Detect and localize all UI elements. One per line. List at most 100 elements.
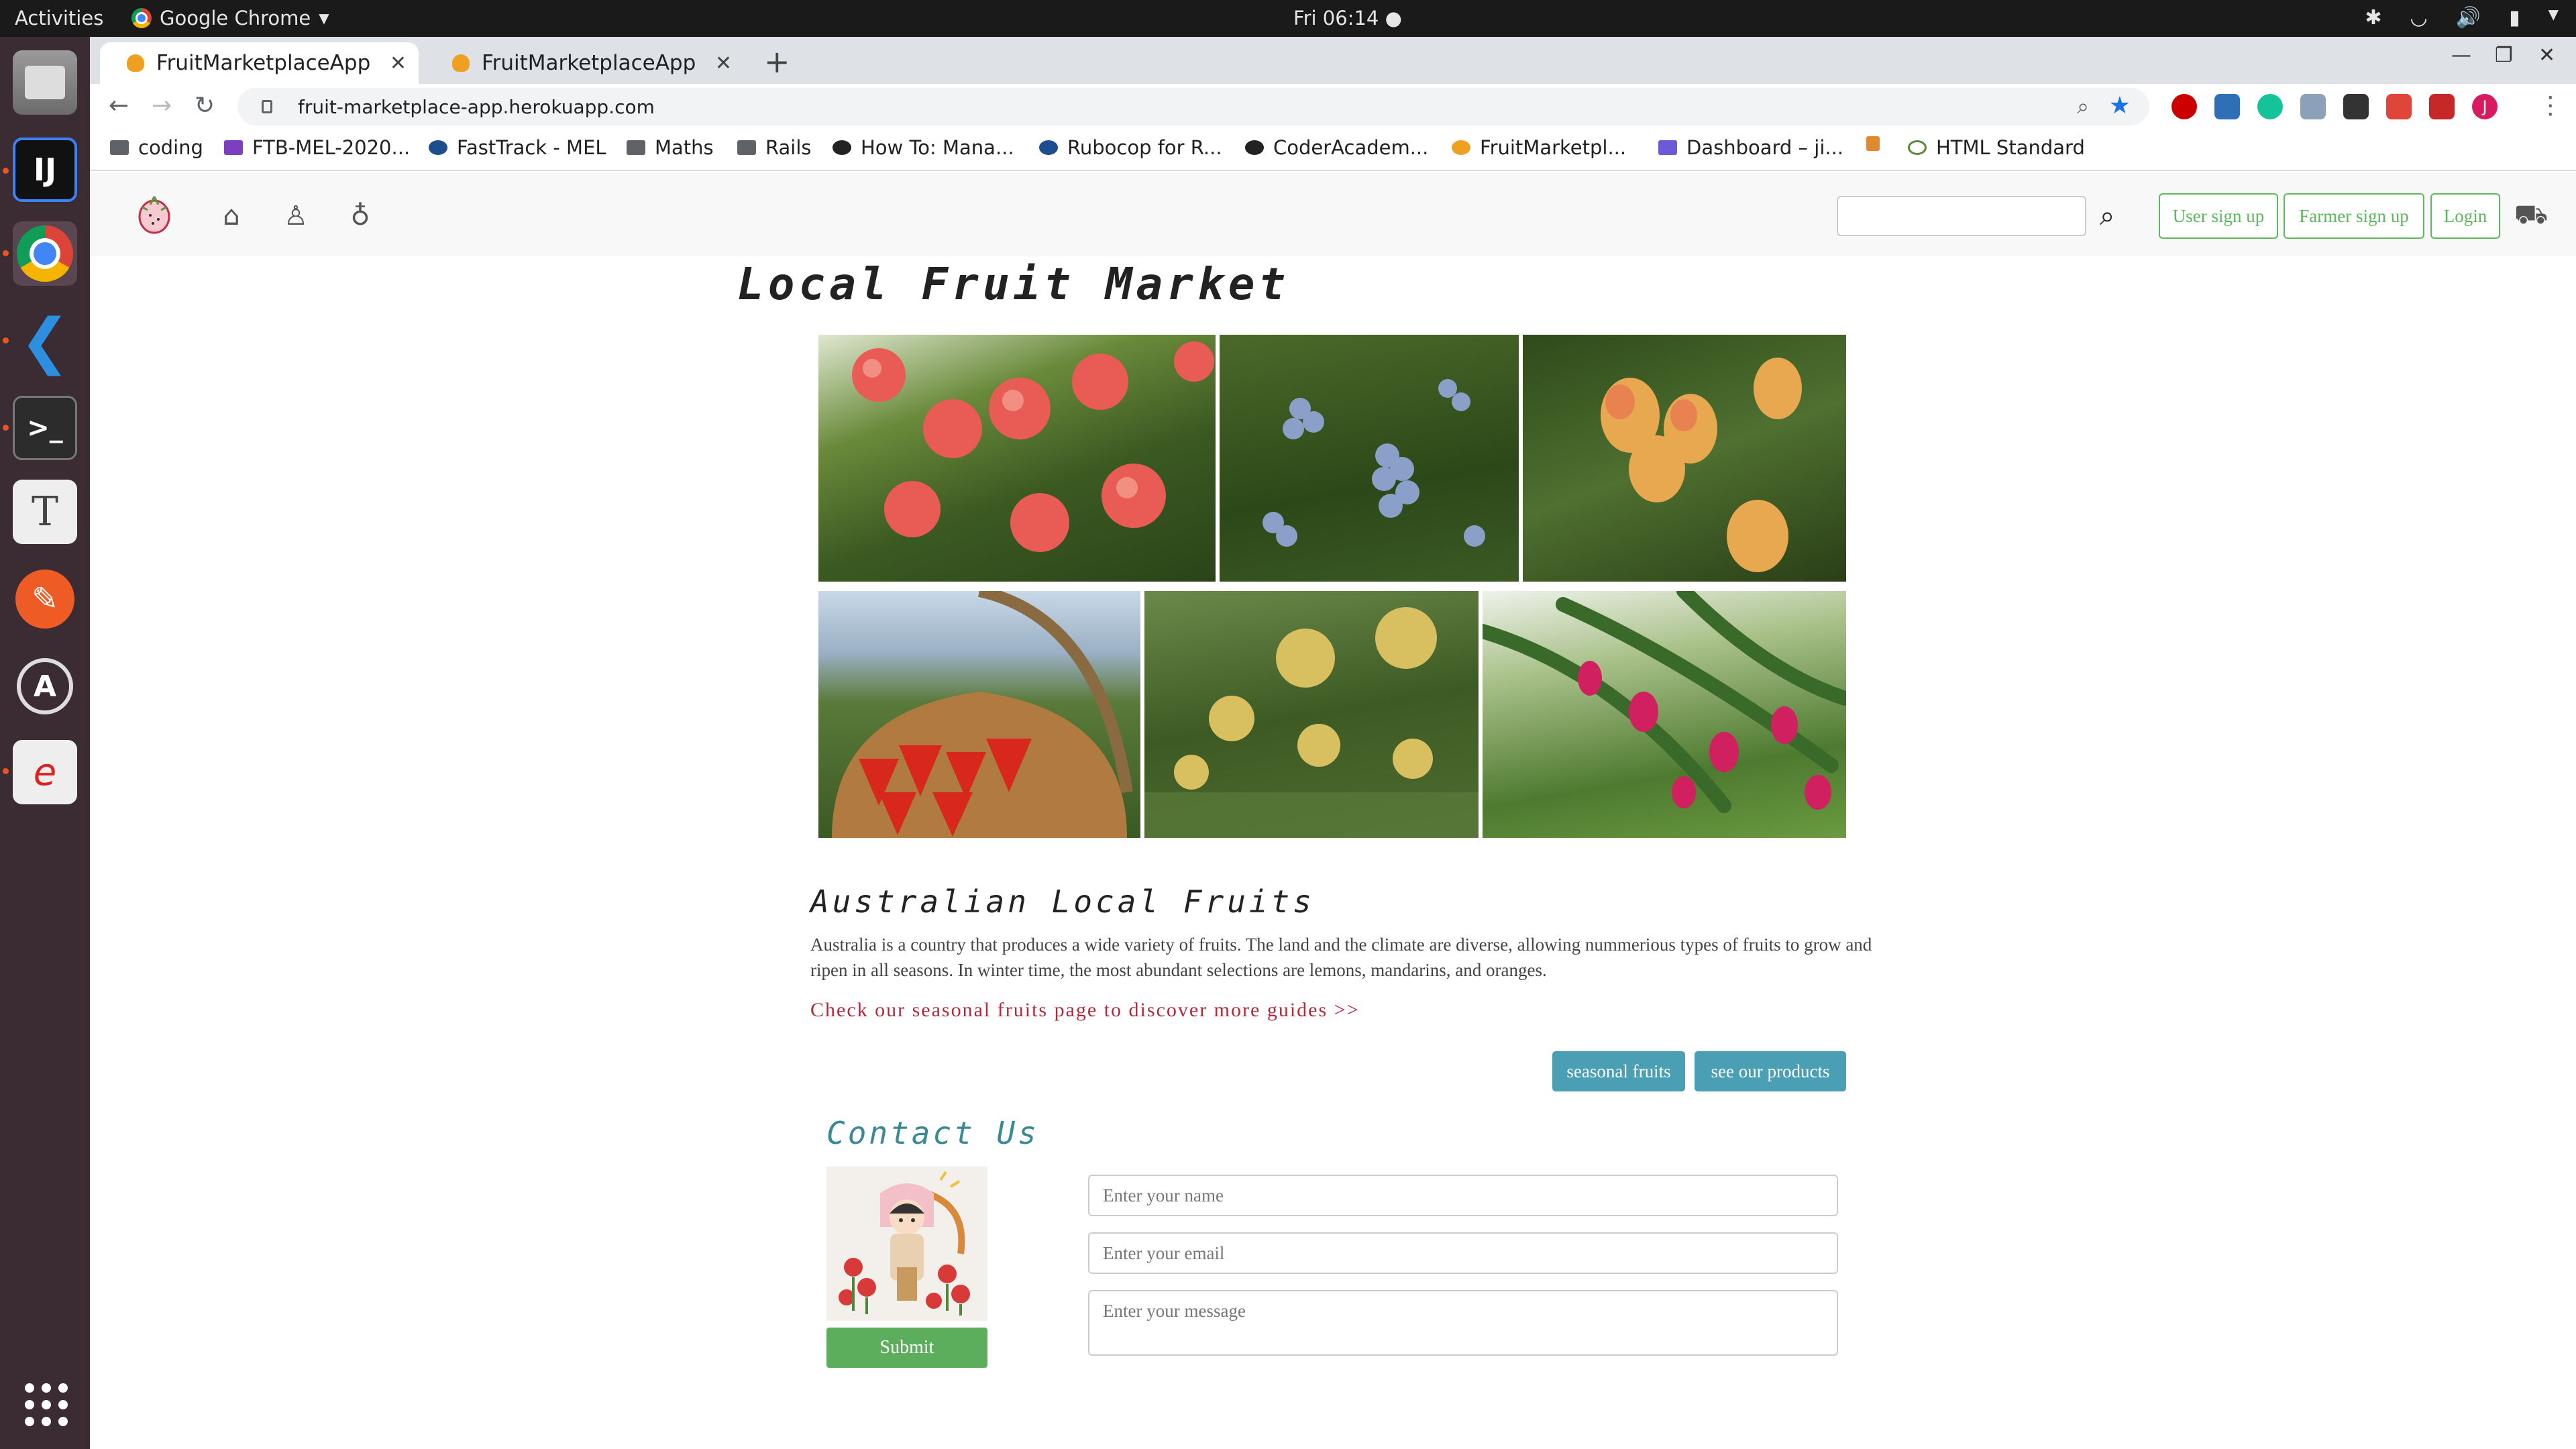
software-updater-icon[interactable]: A [13,654,77,718]
bookmarks-bar: coding FTB-MEL-2020... FastTrack - MEL M… [90,129,2576,171]
figure-icon [1866,136,1880,151]
bookmark-extra[interactable] [1866,136,1880,151]
search-icon[interactable]: ⌕ [2100,201,2114,231]
canvas-icon [429,140,447,155]
bookmark-rubocop[interactable]: Rubocop for R... [1039,136,1222,159]
bookmark-ftb-mel[interactable]: FTB-MEL-2020... [224,136,410,159]
address-bar[interactable]: fruit-marketplace-app.herokuapp.com ⌕ ★ [237,88,2149,125]
farmer-illustration [826,1167,987,1321]
terminal-icon[interactable]: >_ [13,396,77,460]
cart-icon[interactable]: ⛟ [2514,199,2548,233]
intellij-icon[interactable]: IJ [13,138,77,202]
close-window-icon[interactable]: ✕ [2538,44,2555,67]
show-applications-icon[interactable] [25,1383,68,1426]
page-content: ⌂ ♙ ♁ ⌕ User sign up Farmer sign up Logi… [90,172,2576,1449]
bookmark-dashboard[interactable]: Dashboard – ji... [1658,136,1843,159]
dragonfruit-logo-icon[interactable] [133,193,176,235]
nashi-pears-photo [1144,591,1479,838]
pear-icon[interactable]: ♁ [343,199,377,233]
seasonal-guide-link[interactable]: Check our seasonal fruits page to discov… [810,999,1360,1022]
bookmark-label: Dashboard – ji... [1686,136,1844,159]
bookmark-howto[interactable]: How To: Mana... [833,136,1014,159]
forward-icon[interactable]: → [152,92,172,119]
activities-button[interactable]: Activities [15,7,103,30]
bookmark-rails[interactable]: Rails [737,136,812,159]
tab-title: FruitMarketplaceApp [482,51,696,75]
text-editor-icon[interactable]: T [13,480,77,544]
close-tab-icon[interactable]: ✕ [715,52,732,75]
back-icon[interactable]: ← [109,92,129,119]
clock[interactable]: Fri 06:14 ● [1293,7,1402,30]
bookmark-label: CoderAcadem... [1273,136,1429,159]
ublock-extension-icon[interactable] [2171,94,2197,119]
submit-button[interactable]: Submit [826,1328,987,1368]
notification-dot-icon: ● [1385,7,1402,30]
calendar-extension-icon[interactable] [2343,94,2369,119]
bookmark-label: HTML Standard [1936,136,2085,159]
running-indicator [3,168,9,174]
close-tab-icon[interactable]: ✕ [390,52,407,75]
volume-icon: 🔊 [2455,6,2481,30]
message-field[interactable] [1088,1290,1838,1356]
bookmark-fruitmarketplace[interactable]: FruitMarketpl... [1452,136,1626,159]
new-tab-icon[interactable]: + [764,44,790,80]
bookmark-fasttrack[interactable]: FastTrack - MEL [429,136,606,159]
battery-icon: ▮ [2509,6,2520,30]
zoom-icon[interactable]: ⌕ [2077,93,2089,119]
dropbox-extension-icon[interactable] [2300,94,2326,119]
app-menu[interactable]: Google Chrome ▼ [131,7,329,30]
bookmark-star-icon[interactable]: ★ [2109,92,2131,119]
system-menu-chevron-icon[interactable]: ▼ [2548,6,2559,30]
section-heading: Australian Local Fruits [810,883,1315,920]
slack-icon[interactable]: ✱ [2365,6,2381,30]
bookmark-coding[interactable]: coding [110,136,203,159]
ruby-ide-icon[interactable]: e [13,740,77,804]
section-body: Australia is a country that produces a w… [810,934,1872,980]
bookmark-maths[interactable]: Maths [627,136,714,159]
bookmark-label: coding [138,136,203,159]
chrome-dock-icon[interactable] [13,221,77,286]
system-tray[interactable]: ✱ ◡ 🔊 ▮ ▼ [2365,6,2559,30]
canvas-icon [1039,140,1058,155]
farm-house-icon[interactable]: ⌂ [215,199,248,233]
system-top-bar: Activities Google Chrome ▼ Fri 06:14 ● ✱… [0,0,2576,37]
clock-label: Fri 06:14 [1293,7,1379,30]
site-navbar: ⌂ ♙ ♁ ⌕ User sign up Farmer sign up Logi… [90,172,2576,256]
fruit-favicon-icon [1452,140,1470,155]
postman-icon[interactable]: ✎ [13,567,77,631]
mangoes-photo [1523,335,1846,582]
minimize-icon[interactable]: — [2451,44,2471,67]
reload-icon[interactable]: ↻ [195,92,215,119]
restore-icon[interactable]: ❐ [2495,44,2513,67]
farmer-icon[interactable]: ♙ [279,199,313,233]
ed-icon [224,140,243,155]
seasonal-fruits-button[interactable]: seasonal fruits [1552,1051,1685,1091]
name-field[interactable] [1088,1175,1838,1216]
email-field[interactable] [1088,1232,1838,1274]
chrome-menu-icon[interactable]: ⋮ [2538,92,2563,119]
farmer-signup-button[interactable]: Farmer sign up [2284,193,2424,239]
page-title: Local Fruit Market [737,258,1290,310]
see-products-button[interactable]: see our products [1695,1051,1846,1091]
tab-fruitmarketplace-1[interactable]: FruitMarketplaceApp ✕ [100,42,419,84]
contact-heading: Contact Us [826,1115,1039,1151]
peaches-photo [818,335,1216,582]
profile-avatar[interactable]: J [2472,94,2498,119]
bookmark-html-standard[interactable]: HTML Standard [1908,136,2085,159]
strawberries-photo [818,591,1140,838]
vscode-icon[interactable]: ❮ [13,306,77,376]
files-icon[interactable] [13,50,77,115]
dock: IJ ❮ >_ T ✎ A e [0,37,90,1449]
search-input[interactable] [1837,196,2086,236]
wifi-icon: ◡ [2410,6,2428,30]
red-extension-icon[interactable] [2429,94,2455,119]
login-button[interactable]: Login [2430,193,2500,239]
stats-extension-icon[interactable] [2386,94,2412,119]
grammarly-extension-icon[interactable] [2257,94,2283,119]
tab-fruitmarketplace-2[interactable]: FruitMarketplaceApp ✕ [425,42,744,84]
running-indicator [3,250,9,256]
bookmark-coderacademy[interactable]: CoderAcadem... [1245,136,1428,159]
user-signup-button[interactable]: User sign up [2159,193,2278,239]
blueberries-photo [1220,335,1519,582]
s-extension-icon[interactable] [2214,94,2240,119]
